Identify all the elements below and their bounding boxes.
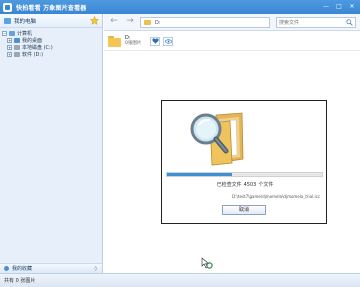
folder-icon xyxy=(144,20,151,25)
favorite-button[interactable] xyxy=(150,36,161,46)
expand-icon[interactable]: + xyxy=(7,38,12,43)
tree-item-label: 软件 (D:) xyxy=(22,52,44,58)
status-prefix: 已检查文件 xyxy=(216,182,242,188)
heart-icon xyxy=(152,38,159,44)
search-icon[interactable] xyxy=(346,19,353,26)
expand-icon[interactable]: + xyxy=(7,45,12,50)
maximize-button[interactable]: □ xyxy=(333,2,345,11)
folder-icon xyxy=(108,35,121,47)
address-text: D: xyxy=(155,19,161,26)
tree-item-label: 本地磁盘 (C:) xyxy=(22,45,53,51)
computer-icon xyxy=(9,31,15,36)
minimize-button[interactable]: — xyxy=(320,2,332,11)
expand-icon[interactable]: + xyxy=(7,52,12,57)
folder-info: D: 0张图片 xyxy=(125,35,141,47)
favorites-bar[interactable]: 我的收藏 ◊ xyxy=(0,263,102,273)
back-button[interactable]: ← xyxy=(108,16,120,28)
drive-icon xyxy=(14,52,20,57)
address-bar[interactable]: D: xyxy=(140,17,270,28)
folder-search-icon xyxy=(190,112,244,166)
sidebar-title: 我的电脑 xyxy=(14,18,37,25)
close-button[interactable]: ✕ xyxy=(346,2,358,11)
favorites-icon xyxy=(4,266,9,271)
sidebar: 我的电脑 − 计算机 + 我的桌面 + 本地磁盘 (C:) + 软件 (D:) … xyxy=(0,14,103,273)
folder-tree: − 计算机 + 我的桌面 + 本地磁盘 (C:) + 软件 (D:) xyxy=(0,28,102,58)
scan-status: 已检查文件 4503 个文件 xyxy=(162,181,328,188)
tree-item-label: 我的桌面 xyxy=(22,38,43,44)
busy-cursor-icon xyxy=(201,257,213,269)
files-checked-count: 4503 xyxy=(243,182,257,188)
scan-progress-bar xyxy=(166,172,323,177)
window-controls: — □ ✕ xyxy=(320,2,358,11)
current-file-path: D:\test7\game\djmomela\djmomela_trial.ic… xyxy=(232,194,320,199)
sidebar-header[interactable]: 我的电脑 xyxy=(0,14,102,28)
eye-icon xyxy=(164,38,172,44)
collapse-icon[interactable]: − xyxy=(2,31,7,36)
status-suffix: 个文件 xyxy=(258,182,274,188)
tree-item-computer[interactable]: − 计算机 xyxy=(2,30,102,37)
toolbar: ← → D: xyxy=(104,14,360,31)
image-count: 0张图片 xyxy=(125,41,142,46)
title-bar: 快拍看看 万象图片查看器 — □ ✕ xyxy=(0,0,360,14)
folder-info-bar: D: 0张图片 xyxy=(104,32,360,51)
window-title: 快拍看看 万象图片查看器 xyxy=(16,4,87,12)
drive-icon xyxy=(14,45,20,50)
search-input[interactable] xyxy=(277,18,343,27)
tree-item-drive-d[interactable]: + 软件 (D:) xyxy=(2,51,102,58)
star-icon[interactable] xyxy=(90,16,99,25)
search-box[interactable] xyxy=(276,17,356,28)
app-logo-icon xyxy=(3,2,12,12)
cancel-button[interactable]: 取消 xyxy=(222,205,266,215)
computer-icon xyxy=(4,17,11,24)
desktop-icon xyxy=(14,38,20,43)
view-button[interactable] xyxy=(163,36,174,46)
tree-item-label: 计算机 xyxy=(17,31,33,37)
status-bar: 共有 0 张图片 xyxy=(0,273,360,287)
scan-progress-dialog: 已检查文件 4503 个文件 D:\test7\game\djmomela\djmo… xyxy=(161,100,327,224)
progress-fill xyxy=(167,173,233,176)
status-text: 共有 0 张图片 xyxy=(4,278,36,284)
tree-item-drive-c[interactable]: + 本地磁盘 (C:) xyxy=(2,44,102,51)
favorites-label: 我的收藏 xyxy=(12,266,33,272)
forward-button[interactable]: → xyxy=(124,16,136,28)
chevron-icon[interactable]: ◊ xyxy=(95,266,97,272)
tree-item-desktop[interactable]: + 我的桌面 xyxy=(2,37,102,44)
